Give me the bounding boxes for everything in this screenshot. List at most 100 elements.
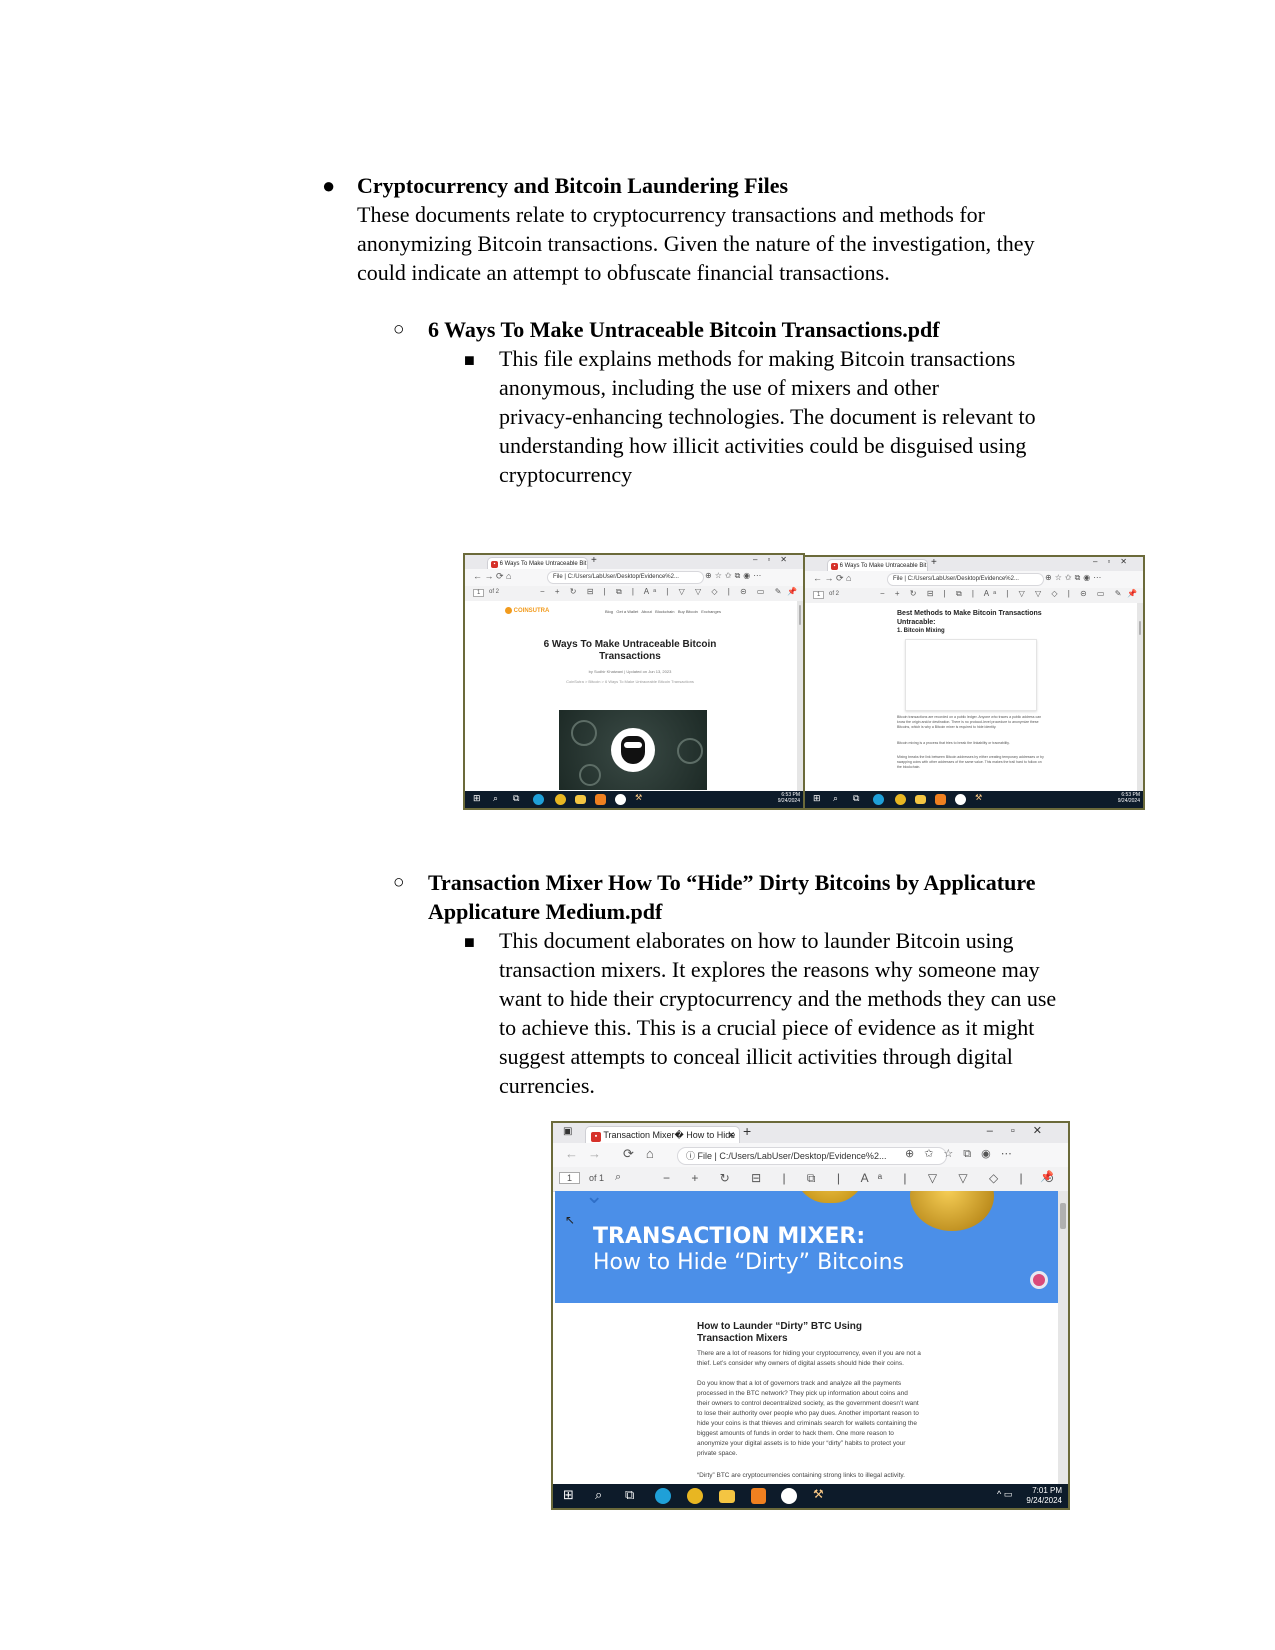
clock-date: 9/24/2024 xyxy=(777,798,800,804)
nav-arrows-icon[interactable]: ← → ⟳ ⌂ xyxy=(813,573,851,584)
start-icon[interactable]: ⊞ xyxy=(473,793,481,804)
file-explorer-icon[interactable] xyxy=(575,795,586,804)
site-nav-item[interactable]: Exchanges xyxy=(701,609,721,614)
new-tab-icon[interactable]: + xyxy=(591,555,597,566)
screenshot-browser-2: ▪ 6 Ways To Make Untraceable Bit + –▫✕ ←… xyxy=(803,555,1145,810)
taskbar-clock[interactable]: 6:53 PM 9/24/2024 xyxy=(778,792,800,804)
edge-icon[interactable] xyxy=(655,1488,671,1504)
address-bar[interactable]: File | C:/Users/LabUser/Desktop/Evidence… xyxy=(887,573,1044,586)
section-intro-line: anonymizing Bitcoin transactions. Given … xyxy=(357,231,1035,256)
tool-app-icon[interactable]: ⚒ xyxy=(635,793,642,802)
article-heading: How to Launder “Dirty” BTC Using Transac… xyxy=(697,1321,862,1344)
search-icon[interactable]: ⌕ xyxy=(493,793,498,804)
site-nav-item[interactable]: About xyxy=(641,609,651,614)
toolbar-icons[interactable]: ⊕✩☆⧉◉⋯ xyxy=(905,1147,1022,1161)
pdf-icon: ▪ xyxy=(491,561,498,568)
pdf-toolbar-icons[interactable]: − + ↻ ⊟ | ⧉ | Aᵃ | ▽ ▽ ◇ | ⊝ ▭ ✎ xyxy=(540,587,785,597)
site-nav-item[interactable]: Get a Wallet xyxy=(616,609,638,614)
address-text: C:/Users/LabUser/Desktop/Evidence%2... xyxy=(567,574,679,580)
file1-desc-line: privacy-enhancing technologies. The docu… xyxy=(499,404,1036,429)
browser-tab[interactable]: ▪ Transaction Mixer� How to Hide ✕ xyxy=(585,1126,740,1144)
search-icon[interactable]: ⌕ xyxy=(833,793,838,804)
edge-icon[interactable] xyxy=(533,794,544,805)
new-tab-icon[interactable]: + xyxy=(743,1123,751,1139)
screenshot-browser-1: ▪ 6 Ways To Make Untraceable Bit + –▫✕ ←… xyxy=(463,553,805,810)
scrollbar[interactable] xyxy=(1137,603,1143,791)
window-controls-icon[interactable]: –▫✕ xyxy=(1093,557,1137,566)
site-nav[interactable]: Blog Get a Wallet About Blockchain Buy B… xyxy=(605,609,721,614)
cloud-app-icon[interactable] xyxy=(615,794,626,805)
edge-icon[interactable] xyxy=(873,794,884,805)
clock-time: 7:01 PM xyxy=(1032,1486,1062,1495)
pdf-toolbar-icons[interactable]: − + ↻ ⊟ | ⧉ | Aᵃ | ▽ ▽ ◇ | ⊝ ▭ ✎ xyxy=(880,589,1125,599)
file-label: File xyxy=(553,574,563,580)
toolbar-icons[interactable]: ⊕☆✩⧉◉⋯ xyxy=(705,571,764,581)
screenshot-browser-3: ▣ ▪ Transaction Mixer� How to Hide ✕ + –… xyxy=(551,1121,1070,1510)
page-count: of 2 xyxy=(829,591,840,597)
chrome-icon[interactable] xyxy=(555,794,566,805)
find-icon[interactable]: ⌕ xyxy=(615,1171,621,1184)
file-explorer-icon[interactable] xyxy=(915,795,926,804)
chrome-icon[interactable] xyxy=(895,794,906,805)
file-explorer-icon[interactable] xyxy=(719,1490,735,1503)
article-byline: by Sudhir Khatwani | Updated on Jun 13, … xyxy=(588,669,672,674)
reload-home-icon[interactable]: ⟳⌂ xyxy=(623,1146,666,1162)
file2-desc-line: want to hide their cryptocurrency and th… xyxy=(499,986,1057,1011)
tool-app-icon[interactable]: ⚒ xyxy=(975,793,982,802)
shield-app-icon[interactable] xyxy=(935,794,946,805)
pdf-toolbar-icons[interactable]: − + ↻ ⊟ | ⧉ | Aᵃ | ▽ ▽ ◇ | ⊝ ▭ ✎ xyxy=(663,1171,1068,1186)
search-icon[interactable]: ⌕ xyxy=(595,1487,602,1503)
task-view-icon[interactable]: ⧉ xyxy=(513,793,519,804)
new-tab-icon[interactable]: + xyxy=(931,557,937,568)
task-view-icon[interactable]: ⧉ xyxy=(625,1487,634,1503)
file2-desc-line: currencies. xyxy=(499,1073,595,1098)
site-nav-item[interactable]: Blog xyxy=(605,609,613,614)
site-nav-item[interactable]: Buy Bitcoin xyxy=(678,609,698,614)
site-logo: COINSUTRA xyxy=(505,607,549,614)
article-paragraph: Do you know that a lot of governors trac… xyxy=(697,1380,919,1457)
task-view-icon[interactable]: ⧉ xyxy=(853,793,859,804)
chrome-icon[interactable] xyxy=(687,1488,703,1504)
back-forward-icon[interactable]: ←→ xyxy=(565,1146,611,1161)
close-tab-icon[interactable]: ✕ xyxy=(727,1127,735,1144)
banner-title: TRANSACTION MIXER: xyxy=(593,1224,866,1249)
window-controls-icon[interactable]: –▫✕ xyxy=(753,555,797,564)
tab-title: 6 Ways To Make Untraceable Bit xyxy=(499,561,587,567)
page-number-field[interactable]: 1 xyxy=(559,1172,581,1184)
start-icon[interactable]: ⊞ xyxy=(563,1487,574,1503)
file1-title: 6 Ways To Make Untraceable Bitcoin Trans… xyxy=(428,317,940,342)
site-nav-item[interactable]: Blockchain xyxy=(655,609,674,614)
start-icon[interactable]: ⊞ xyxy=(813,793,821,804)
clock-date: 9/24/2024 xyxy=(1117,798,1140,804)
article-heading: Best Methods to Make Bitcoin Transaction… xyxy=(897,610,1042,626)
nav-arrows-icon[interactable]: ← → ⟳ ⌂ xyxy=(473,571,511,582)
window-controls-icon[interactable]: –▫✕ xyxy=(987,1124,1060,1137)
page-number-field[interactable]: 1 xyxy=(473,589,485,597)
shield-app-icon[interactable] xyxy=(751,1488,766,1504)
banner: ⌄ TRANSACTION MIXER: How to Hide “Dirty”… xyxy=(555,1191,1058,1303)
shield-app-icon[interactable] xyxy=(595,794,606,805)
cloud-app-icon[interactable] xyxy=(955,794,966,805)
taskbar-clock[interactable]: 7:01 PM 9/24/2024 xyxy=(1026,1486,1062,1505)
taskbar-clock[interactable]: 6:53 PM 9/24/2024 xyxy=(1118,792,1140,804)
file1-desc-line: This file explains methods for making Bi… xyxy=(499,346,1016,371)
toolbar-icons[interactable]: ⊕☆✩⧉◉⋯ xyxy=(1045,573,1104,583)
tab-actions-icon[interactable]: ▣ xyxy=(563,1126,572,1137)
cloud-app-icon[interactable] xyxy=(781,1488,797,1504)
pin-icon[interactable]: 📌 xyxy=(1127,589,1137,598)
pin-icon[interactable]: 📌 xyxy=(787,587,797,596)
tool-app-icon[interactable]: ⚒ xyxy=(813,1487,824,1501)
tray-icons[interactable]: ^ ▭ xyxy=(997,1489,1012,1500)
file2-title-line: Applicature Medium.pdf xyxy=(428,899,663,924)
address-bar[interactable]: File | C:/Users/LabUser/Desktop/Evidence… xyxy=(547,571,704,584)
pin-icon[interactable]: 📌 xyxy=(1040,1170,1054,1183)
site-logo-text: COINSUTRA xyxy=(513,608,550,615)
scrollbar[interactable] xyxy=(1058,1191,1068,1484)
page-count: of 1 xyxy=(589,1173,605,1183)
section-intro-line: could indicate an attempt to obfuscate f… xyxy=(357,260,890,285)
bullet-square: ■ xyxy=(464,932,475,952)
address-text: C:/Users/LabUser/Desktop/Evidence%2... xyxy=(907,576,1019,582)
hero-image xyxy=(559,710,707,790)
page-number-field[interactable]: 1 xyxy=(813,591,825,599)
section-intro-line: These documents relate to cryptocurrency… xyxy=(357,202,985,227)
